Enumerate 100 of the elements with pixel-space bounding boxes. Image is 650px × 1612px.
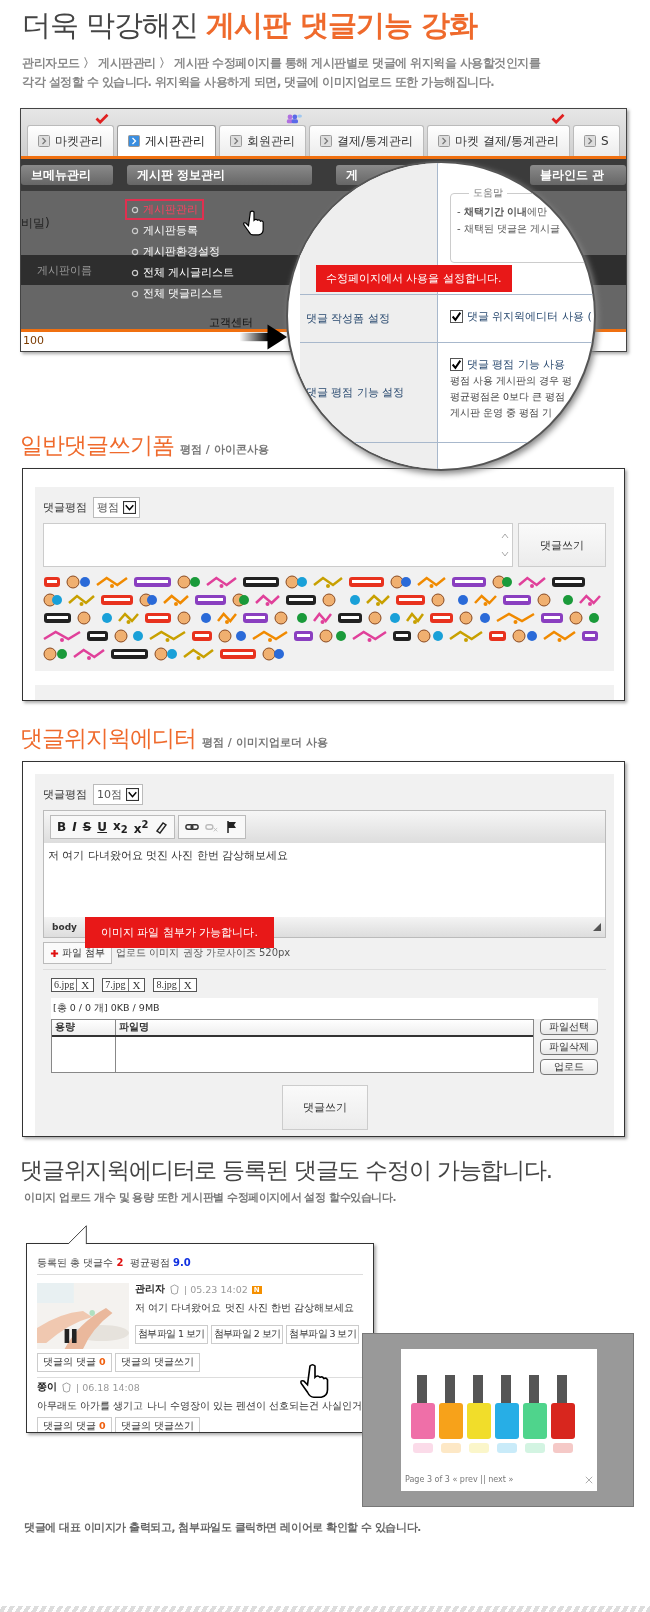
- section-heading: 댓글위지윅에디터로 등록된 댓글도 수정이 가능합니다.: [20, 1156, 553, 1185]
- rating-select[interactable]: 10점: [93, 783, 143, 805]
- reply-count-button[interactable]: 댓글의 댓글 0: [37, 1417, 112, 1432]
- badge-icon: [169, 1284, 180, 1295]
- arrow-icon: [230, 135, 242, 147]
- format-button[interactable]: B: [57, 820, 67, 834]
- upload-summary: [총 0 / 0 개] 0KB / 9MB: [51, 998, 598, 1019]
- view-attachment-button[interactable]: 첨부파일 2 보기: [210, 1325, 284, 1344]
- hand-cursor-icon: [300, 1363, 330, 1399]
- dropdown-icon: [123, 500, 136, 514]
- rating-select[interactable]: 평점: [93, 496, 140, 518]
- menu-header: 게시판 정보관리: [127, 165, 312, 185]
- resize-grip-icon[interactable]: [593, 923, 601, 931]
- format-button[interactable]: I: [72, 820, 77, 834]
- format-button[interactable]: S: [82, 820, 92, 834]
- menu-tab[interactable]: S: [572, 125, 620, 156]
- section-title: 댓글위지윅에디터: [20, 724, 196, 753]
- upload-hint: 업로드 이미지 권장 가로사이즈 520px: [116, 946, 291, 960]
- menu-tab[interactable]: 마켓 결제/통계관리: [427, 125, 570, 156]
- menu-tab[interactable]: 회원관리: [219, 125, 306, 156]
- option-label: 댓글 위지윅에디터 사용 (: [467, 309, 592, 324]
- help-title: 도움말: [469, 186, 507, 200]
- format-button[interactable]: U: [97, 820, 108, 834]
- hand-cursor-icon: [243, 209, 265, 237]
- write-reply-button[interactable]: 댓글의 댓글쓰기: [114, 1353, 200, 1372]
- write-reply-button[interactable]: 댓글의 댓글쓰기: [114, 1417, 200, 1432]
- checkbox[interactable]: [450, 310, 463, 323]
- arrow-icon: [128, 135, 140, 147]
- column-header: 파일명: [118, 1020, 149, 1034]
- rating-label: 댓글평점: [43, 499, 87, 515]
- view-attachment-button[interactable]: 첨부파일 3 보기: [286, 1325, 360, 1344]
- rating-label: 댓글평점: [43, 786, 87, 802]
- submenu-item[interactable]: 게시판환경설정: [125, 241, 226, 262]
- remove-button[interactable]: X: [128, 979, 145, 991]
- remove-button[interactable]: X: [77, 979, 94, 991]
- column-header: 게시판이름: [37, 262, 92, 278]
- submit-button[interactable]: 댓글쓰기: [281, 1085, 368, 1130]
- dropdown-icon: [126, 787, 139, 801]
- view-attachment-button[interactable]: 첨부파일 1 보기: [135, 1325, 208, 1344]
- file-action-button[interactable]: 업로드: [540, 1059, 598, 1075]
- tooltip: 이미지 파일 첨부가 가능합니다.: [85, 917, 274, 948]
- submenu-item[interactable]: 게시판등록: [125, 220, 204, 241]
- menu-tab[interactable]: 결제/통계관리: [309, 125, 425, 156]
- option-label: 댓글 평점 기능 사용: [467, 357, 566, 372]
- setting-label: 댓글 작성폼 설정: [300, 295, 438, 343]
- emoticon-icon[interactable]: [337, 611, 363, 625]
- image-pager[interactable]: Page 3 of 3 « prev || next »: [405, 1475, 514, 1484]
- emoticon-icon[interactable]: [551, 575, 586, 589]
- bullet-icon: [131, 268, 139, 277]
- emoticon-icon[interactable]: [110, 647, 149, 661]
- file-action-button[interactable]: 파일선택: [540, 1019, 598, 1035]
- bullet-icon: [131, 289, 139, 298]
- comment-author: 관리자: [135, 1283, 165, 1296]
- file-action-button[interactable]: 파일삭제: [540, 1039, 598, 1055]
- close-icon[interactable]: [585, 1475, 593, 1484]
- tooltip: 수정페이지에서 사용을 설정합니다.: [316, 265, 512, 292]
- column-header: 용량: [52, 1020, 116, 1035]
- emoticon-icon[interactable]: [285, 593, 317, 607]
- description-line: 관리자모드 〉 게시판관리 〉 게시판 수정페이지를 통해 게시판별로 댓글에 위지윅을 사용할것인지를: [22, 55, 542, 72]
- page-title: 더욱 막강해진 게시판 댓글기능 강화: [21, 7, 479, 44]
- checkbox[interactable]: [450, 358, 463, 371]
- comment-stats: 등록된 총 댓글수 2 평균평점 9.0: [37, 1256, 363, 1275]
- table-cell: 고객센터: [209, 315, 253, 330]
- arrow-icon: [38, 135, 50, 147]
- emoticon-icon[interactable]: [242, 575, 280, 589]
- submit-button[interactable]: 댓글쓰기: [518, 523, 606, 567]
- emoticon-icon[interactable]: [86, 629, 109, 643]
- comment-text: 아무래도 아가를 생기고 나니 수영장이 있는 펜션이 선호되는건 사실인거: [37, 1399, 363, 1413]
- footer-note: 댓글에 대표 이미지가 출력되고, 첨부파일도 클릭하면 레이어로 확인할 수 있습니다.: [24, 1521, 422, 1535]
- section-subtitle: 평점 / 아이콘사용: [180, 442, 269, 457]
- menu-tab[interactable]: 게시판관리: [117, 125, 216, 156]
- menu-header: 브메뉴관리: [21, 165, 113, 185]
- format-button[interactable]: x$_{2}$: [113, 818, 128, 836]
- description-line: 각각 설정할 수 있습니다. 위지윅을 사용하게 되면, 댓글에 이미지업로드 또한 가능해집니다.: [22, 74, 496, 91]
- section-subtitle: 평점 / 이미지업로더 사용: [202, 735, 328, 750]
- emoticon-icon[interactable]: [392, 629, 412, 643]
- note-text: 게시판 운영 중 평점 기: [450, 407, 554, 420]
- comment-author: 쫑이: [37, 1381, 57, 1394]
- badge-icon: [61, 1382, 72, 1393]
- reply-count-button[interactable]: 댓글의 댓글 0: [37, 1353, 112, 1372]
- section-note: 이미지 업로드 개수 및 용량 또한 게시판별 수정페이지에서 설정 할수있습니다.: [24, 1191, 398, 1205]
- submenu-item[interactable]: 전체 게시글리스트: [125, 262, 241, 283]
- bullet-icon: [131, 205, 139, 214]
- help-text: - 채택기간 이내에만: [457, 205, 549, 219]
- comment-date: | 05.23 14:02: [184, 1284, 248, 1295]
- bullet-icon: [131, 247, 139, 256]
- table-cell: 100: [23, 334, 44, 347]
- remove-button[interactable]: X: [179, 979, 196, 991]
- comment-text: 저 여기 다녀왔어요 멋진 사진 한번 감상해보세요: [135, 1301, 356, 1315]
- file-name: 7.jpg: [103, 979, 129, 991]
- arrow-icon: [320, 135, 332, 147]
- comment-date: | 06.18 14:08: [76, 1382, 140, 1393]
- menu-tab[interactable]: 마켓관리: [27, 125, 114, 156]
- file-name: 8.jpg: [154, 979, 180, 991]
- cell-text: 비밀): [21, 214, 50, 232]
- emoticon-icon[interactable]: [43, 611, 72, 625]
- format-button[interactable]: x$^{2}$: [133, 818, 149, 836]
- eraser-icon[interactable]: [154, 820, 169, 834]
- note-text: 평균평점은 0보다 큰 평점: [450, 391, 567, 404]
- submenu-item[interactable]: 전체 댓글리스트: [125, 283, 230, 304]
